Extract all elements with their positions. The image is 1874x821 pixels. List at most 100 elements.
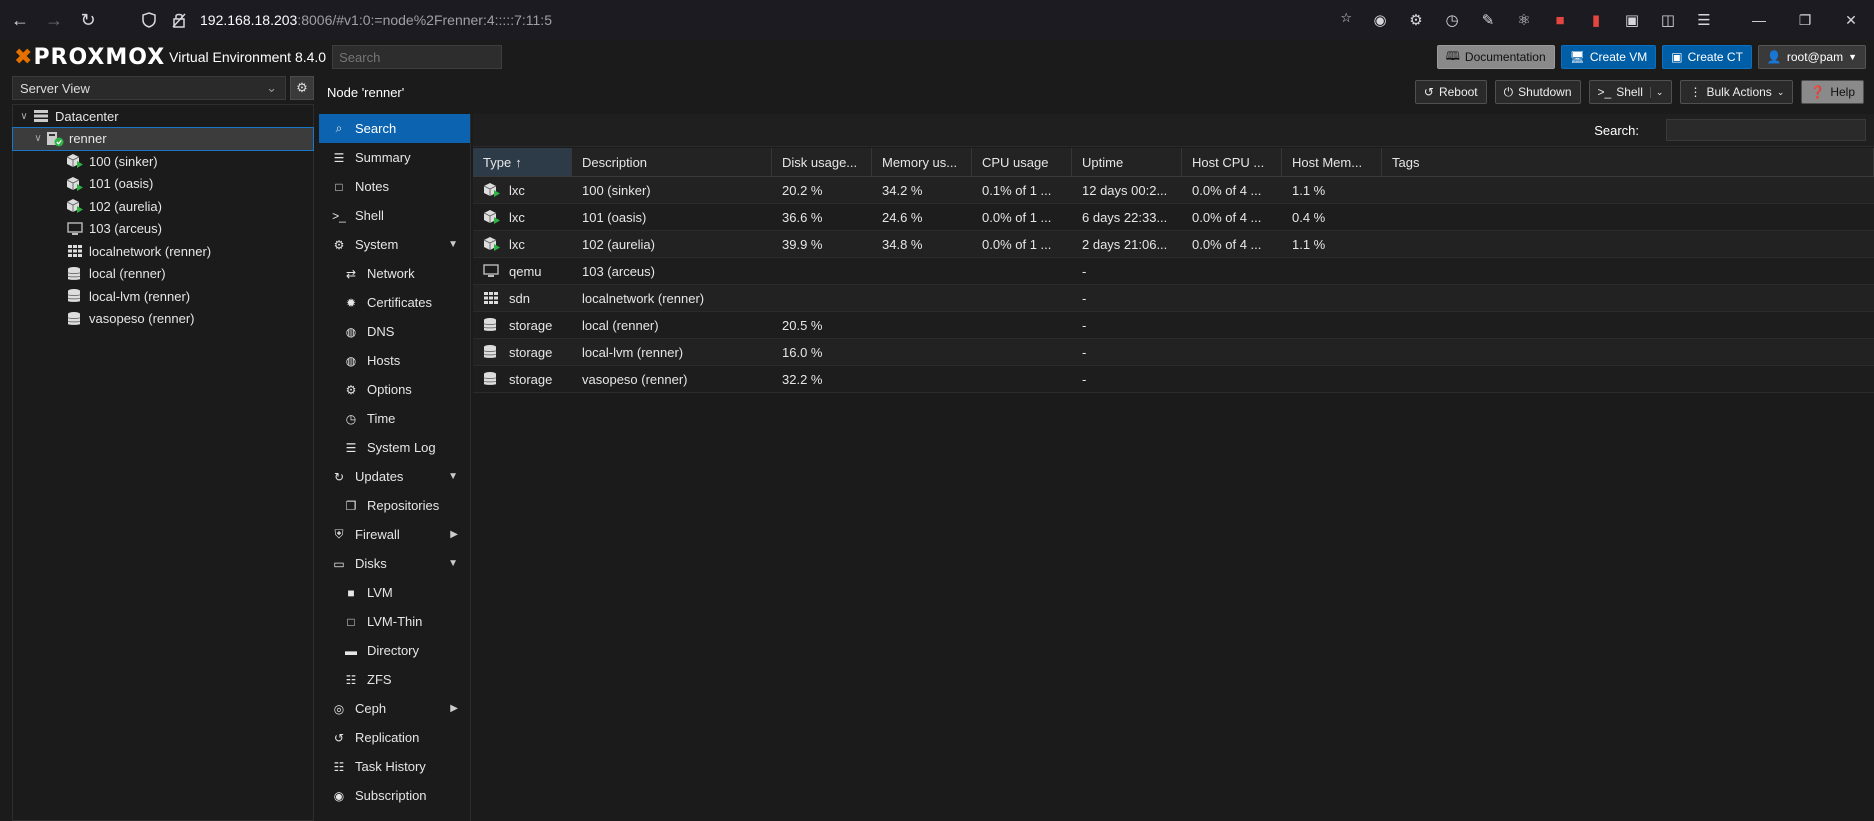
settings-gear-icon[interactable]: ⚙ [1402, 6, 1430, 34]
minimize-icon[interactable]: — [1736, 0, 1782, 40]
tree-expand-icon[interactable]: ∨ [31, 133, 45, 144]
shell-button[interactable]: >_ Shell ⌄ [1588, 80, 1673, 104]
extension-icon[interactable]: ⚛ [1510, 6, 1538, 34]
nav-item-subscription[interactable]: ◉ Subscription [319, 781, 470, 810]
column-header[interactable]: Description [572, 148, 772, 176]
user-menu-button[interactable]: 👤 root@pam ▼ [1757, 45, 1866, 69]
nav-item-lvm[interactable]: ■ LVM [319, 578, 470, 607]
view-selector[interactable]: Server View ⌄ [12, 76, 286, 100]
insecure-lock-icon[interactable] [168, 9, 190, 31]
cell-text: sdn [509, 290, 530, 306]
sidebar-icon[interactable]: ◫ [1654, 6, 1682, 34]
tree-expand-icon[interactable]: ∨ [17, 111, 31, 122]
bookmark-star-icon[interactable]: ☆ [1340, 10, 1352, 26]
view-settings-gear-button[interactable]: ⚙ [290, 76, 314, 100]
global-search-input[interactable] [332, 45, 503, 69]
column-header[interactable]: Uptime [1072, 148, 1182, 176]
documentation-button[interactable]: 🕮 Documentation [1436, 45, 1555, 69]
column-header[interactable]: Memory us... [872, 148, 972, 176]
nav-item-hosts[interactable]: ◍ Hosts [319, 346, 470, 375]
nav-item-repositories[interactable]: ❐ Repositories [319, 491, 470, 520]
nav-item-lvm-thin[interactable]: □ LVM-Thin [319, 607, 470, 636]
container-tabs-icon[interactable]: ▣ [1618, 6, 1646, 34]
column-header[interactable]: Host Mem... [1282, 148, 1382, 176]
table-row[interactable]: storage local (renner) 20.5 % - [473, 312, 1874, 339]
tree-item[interactable]: local (renner) [13, 263, 313, 286]
column-header[interactable]: Host CPU ... [1182, 148, 1282, 176]
view-selector-value: Server View [20, 81, 90, 96]
tree-item[interactable]: vasopeso (renner) [13, 308, 313, 331]
tree-item[interactable]: 100 (sinker) [13, 150, 313, 173]
url-bar[interactable]: 192.168.18.203:8006/#v1:0:=node%2Frenner… [130, 4, 1360, 36]
nav-item-search[interactable]: ⌕ Search [319, 114, 470, 143]
table-row[interactable]: storage local-lvm (renner) 16.0 % - [473, 339, 1874, 366]
nav-item-task-history[interactable]: ☷ Task History [319, 752, 470, 781]
chevron-down-icon[interactable]: ⌄ [1649, 86, 1663, 98]
nav-item-certificates[interactable]: ✹ Certificates [319, 288, 470, 317]
column-header[interactable]: Disk usage... [772, 148, 872, 176]
table-row[interactable]: lxc 102 (aurelia) 39.9 % 34.8 % 0.0% of 1 ..… [473, 231, 1874, 258]
nav-item-options[interactable]: ⚙ Options [319, 375, 470, 404]
column-header[interactable]: Type ↑ [473, 148, 572, 176]
table-row[interactable]: sdn localnetwork (renner) - [473, 285, 1874, 312]
reboot-button[interactable]: ↺ Reboot [1414, 80, 1487, 104]
nav-item-zfs[interactable]: ☷ ZFS [319, 665, 470, 694]
reload-icon[interactable]: ↻ [74, 6, 102, 34]
caret-right-icon[interactable]: ▶ [450, 529, 458, 540]
tree-item-label: 101 (oasis) [89, 176, 154, 192]
nav-item-system-log[interactable]: ☰ System Log [319, 433, 470, 462]
table-cell-desc: local-lvm (renner) [572, 339, 772, 365]
caret-down-icon[interactable]: ▼ [448, 558, 458, 569]
nav-item-summary[interactable]: ☰ Summary [319, 143, 470, 172]
nav-item-system[interactable]: ⚙ System ▼ [319, 230, 470, 259]
tree-item[interactable]: ∨ Datacenter [13, 105, 313, 128]
nav-item-ceph[interactable]: ◎ Ceph ▶ [319, 694, 470, 723]
extensions-puzzle-icon[interactable]: ✎ [1474, 6, 1502, 34]
nav-item-directory[interactable]: ▬ Directory [319, 636, 470, 665]
forward-icon[interactable]: → [40, 6, 68, 34]
shield-icon[interactable] [138, 9, 160, 31]
nav-item-notes[interactable]: □ Notes [319, 172, 470, 201]
nav-item-firewall[interactable]: ⛨ Firewall ▶ [319, 520, 470, 549]
column-header[interactable]: CPU usage [972, 148, 1072, 176]
nav-item-disks[interactable]: ▭ Disks ▼ [319, 549, 470, 578]
extension-red-icon[interactable]: ■ [1546, 6, 1574, 34]
menu-icon[interactable]: ☰ [1690, 6, 1718, 34]
nav-item-updates[interactable]: ↻ Updates ▼ [319, 462, 470, 491]
nav-item-time[interactable]: ◷ Time [319, 404, 470, 433]
nav-item-network[interactable]: ⇄ Network [319, 259, 470, 288]
caret-down-icon[interactable]: ▼ [448, 471, 458, 482]
tree-item[interactable]: localnetwork (renner) [13, 240, 313, 263]
extension-red-tag-icon[interactable]: ▮ [1582, 6, 1610, 34]
create-vm-button[interactable]: 🖥 Create VM [1560, 45, 1657, 69]
tree-item[interactable]: 101 (oasis) [13, 173, 313, 196]
tree-item[interactable]: local-lvm (renner) [13, 285, 313, 308]
caret-down-icon[interactable]: ▼ [448, 239, 458, 250]
url-text[interactable]: 192.168.18.203:8006/#v1:0:=node%2Frenner… [200, 12, 552, 28]
help-button[interactable]: ❓ Help [1801, 80, 1864, 104]
container-running-icon [65, 176, 85, 192]
grid-search-input[interactable] [1666, 119, 1866, 141]
mask-icon[interactable]: ◉ [1366, 6, 1394, 34]
proxmox-logo[interactable]: ✖ PROXMOX [14, 45, 165, 70]
back-icon[interactable]: ← [6, 6, 34, 34]
table-row[interactable]: qemu 103 (arceus) - [473, 258, 1874, 285]
close-icon[interactable]: ✕ [1828, 0, 1874, 40]
nav-item-label: ZFS [367, 672, 392, 687]
column-header[interactable]: Tags [1382, 148, 1874, 176]
bulk-actions-button[interactable]: ⋮ Bulk Actions ⌄ [1680, 80, 1794, 104]
table-row[interactable]: lxc 100 (sinker) 20.2 % 34.2 % 0.1% of 1 ...… [473, 177, 1874, 204]
caret-right-icon[interactable]: ▶ [450, 703, 458, 714]
restore-icon[interactable]: ❐ [1782, 0, 1828, 40]
tree-item[interactable]: 103 (arceus) [13, 218, 313, 241]
history-clock-icon[interactable]: ◷ [1438, 6, 1466, 34]
tree-item[interactable]: ∨ renner [12, 126, 314, 151]
nav-item-dns[interactable]: ◍ DNS [319, 317, 470, 346]
create-ct-button[interactable]: ▣ Create CT [1662, 45, 1752, 69]
tree-item[interactable]: 102 (aurelia) [13, 195, 313, 218]
nav-item-replication[interactable]: ↺ Replication [319, 723, 470, 752]
nav-item-shell[interactable]: >_ Shell [319, 201, 470, 230]
table-row[interactable]: storage vasopeso (renner) 32.2 % - [473, 366, 1874, 393]
table-row[interactable]: lxc 101 (oasis) 36.6 % 24.6 % 0.0% of 1 ... 6… [473, 204, 1874, 231]
shutdown-button[interactable]: ⏻ Shutdown [1494, 80, 1581, 104]
